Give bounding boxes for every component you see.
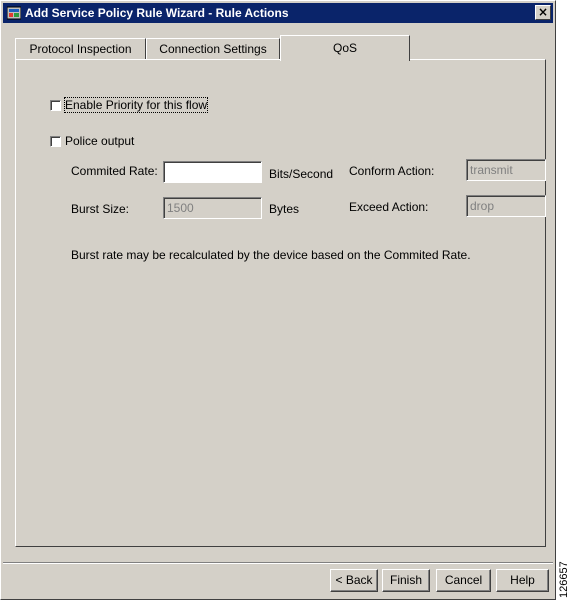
committed-rate-unit: Bits/Second [269,167,334,181]
cancel-button[interactable]: Cancel [436,569,491,592]
conform-action-label: Conform Action: [349,164,435,178]
enable-priority-checkbox[interactable] [50,100,61,111]
close-button[interactable]: × [535,5,551,20]
app-icon [7,6,21,20]
window-title: Add Service Policy Rule Wizard - Rule Ac… [25,6,289,20]
back-button[interactable]: < Back [330,569,378,592]
burst-rate-note: Burst rate may be recalculated by the de… [71,248,471,262]
tab-label: Connection Settings [159,42,267,56]
title-bar[interactable]: Add Service Policy Rule Wizard - Rule Ac… [3,3,553,23]
help-button[interactable]: Help [496,569,549,592]
committed-rate-input[interactable] [163,161,262,183]
exceed-action-label: Exceed Action: [349,200,429,214]
enable-priority-label[interactable]: Enable Priority for this flow [63,97,209,113]
tab-label: Protocol Inspection [29,42,132,56]
committed-rate-label: Commited Rate: [71,164,158,178]
qos-panel: Enable Priority for this flow Police out… [15,59,546,547]
conform-action-field [466,159,546,181]
police-output-label[interactable]: Police output [65,134,134,148]
tab-connection-settings[interactable]: Connection Settings [146,38,280,60]
tab-protocol-inspection[interactable]: Protocol Inspection [15,38,146,60]
wizard-window: Add Service Policy Rule Wizard - Rule Ac… [0,0,556,600]
police-output-checkbox[interactable] [50,136,61,147]
exceed-action-field [466,195,546,217]
burst-size-label: Burst Size: [71,202,130,216]
burst-size-unit: Bytes [269,202,300,216]
separator [3,563,553,564]
figure-id: 126657 [558,561,570,598]
tab-qos[interactable]: QoS [280,35,410,61]
close-icon: × [537,5,549,19]
tab-label: QoS [332,41,357,55]
burst-size-input [163,197,262,219]
finish-button[interactable]: Finish [382,569,430,592]
